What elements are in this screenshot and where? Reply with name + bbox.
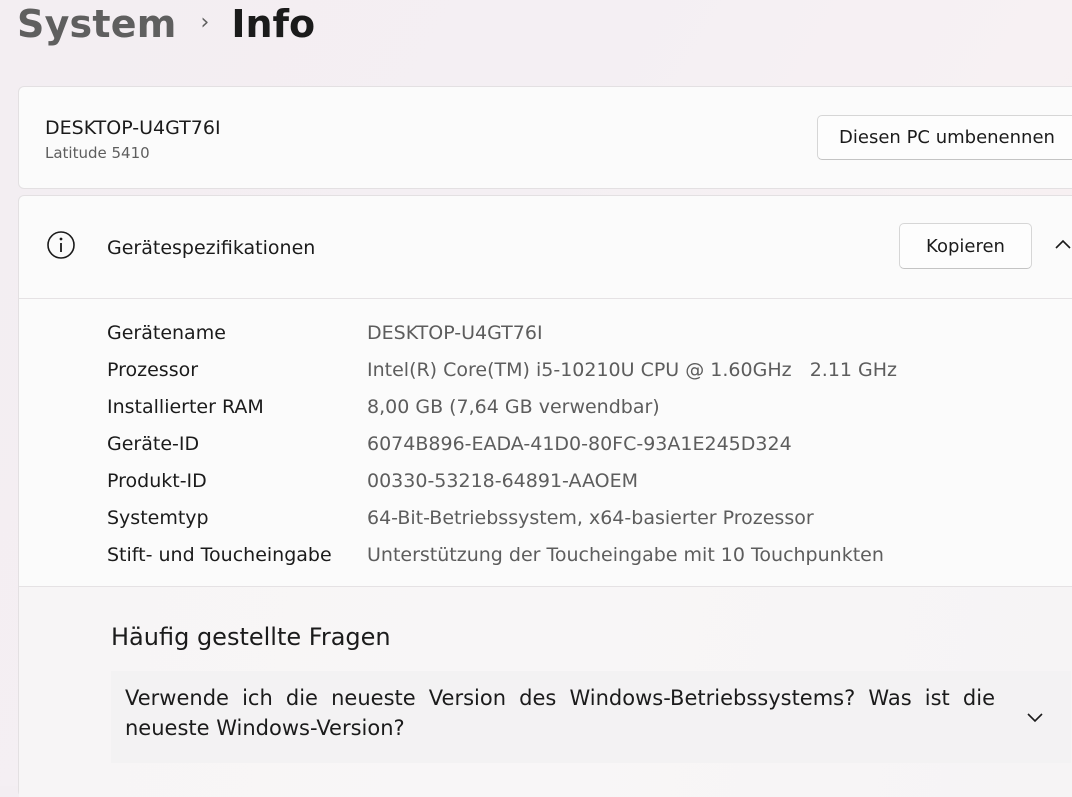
copy-button[interactable]: Kopieren	[899, 223, 1032, 269]
device-model: Latitude 5410	[45, 144, 150, 162]
spec-row-device-name: Gerätename DESKTOP-U4GT76I	[107, 314, 897, 351]
spec-row-processor: Prozessor Intel(R) Core(TM) i5-10210U CP…	[107, 351, 897, 388]
breadcrumb-separator-icon: ›	[200, 9, 210, 35]
spec-value: DESKTOP-U4GT76I	[367, 321, 543, 344]
spec-label: Stift- und Toucheingabe	[107, 543, 332, 566]
breadcrumb-system-link[interactable]: System	[17, 2, 177, 46]
spec-label: Installierter RAM	[107, 395, 264, 418]
spec-row-ram: Installierter RAM 8,00 GB (7,64 GB verwe…	[107, 388, 897, 425]
spec-row-product-id: Produkt-ID 00330-53218-64891-AAOEM	[107, 462, 897, 499]
spec-label: Systemtyp	[107, 506, 209, 529]
faq-title: Häufig gestellte Fragen	[111, 623, 391, 651]
spec-value: Unterstützung der Toucheingabe mit 10 To…	[367, 543, 884, 566]
breadcrumb: System › Info	[17, 0, 315, 48]
faq-section: Häufig gestellte Fragen Verwende ich die…	[19, 586, 1072, 797]
device-specs-header[interactable]: Gerätespezifikationen Kopieren	[19, 196, 1072, 299]
spec-row-device-id: Geräte-ID 6074B896-EADA-41D0-80FC-93A1E2…	[107, 425, 897, 462]
device-card: DESKTOP-U4GT76I Latitude 5410 Diesen PC …	[18, 86, 1072, 189]
chevron-down-icon[interactable]	[1025, 707, 1045, 727]
spec-value: 00330-53218-64891-AAOEM	[367, 469, 639, 492]
spec-value: 8,00 GB (7,64 GB verwendbar)	[367, 395, 660, 418]
rename-pc-button[interactable]: Diesen PC umbenennen	[817, 115, 1072, 160]
spec-row-system-type: Systemtyp 64-Bit-Betriebssystem, x64-bas…	[107, 499, 897, 536]
spec-label: Prozessor	[107, 358, 199, 381]
spec-label: Produkt-ID	[107, 469, 207, 492]
spec-list: Gerätename DESKTOP-U4GT76I Prozessor Int…	[107, 314, 897, 573]
page-title: Info	[231, 2, 316, 46]
device-specs-card: Gerätespezifikationen Kopieren Gerätenam…	[18, 195, 1072, 797]
device-specs-title: Gerätespezifikationen	[107, 237, 316, 259]
spec-row-pen-touch: Stift- und Toucheingabe Unterstützung de…	[107, 536, 897, 573]
spec-value: 64-Bit-Betriebssystem, x64-basierter Pro…	[367, 506, 814, 529]
faq-question: Verwende ich die neueste Version des Win…	[125, 686, 995, 740]
spec-value: 6074B896-EADA-41D0-80FC-93A1E245D324	[367, 432, 792, 455]
spec-label: Gerätename	[107, 321, 226, 344]
spec-value: Intel(R) Core(TM) i5-10210U CPU @ 1.60GH…	[367, 358, 898, 381]
chevron-up-icon[interactable]	[1053, 234, 1072, 254]
spec-label: Geräte-ID	[107, 432, 200, 455]
device-name: DESKTOP-U4GT76I	[45, 117, 221, 139]
faq-item[interactable]: Verwende ich die neueste Version des Win…	[111, 671, 1071, 763]
info-icon	[47, 231, 75, 259]
